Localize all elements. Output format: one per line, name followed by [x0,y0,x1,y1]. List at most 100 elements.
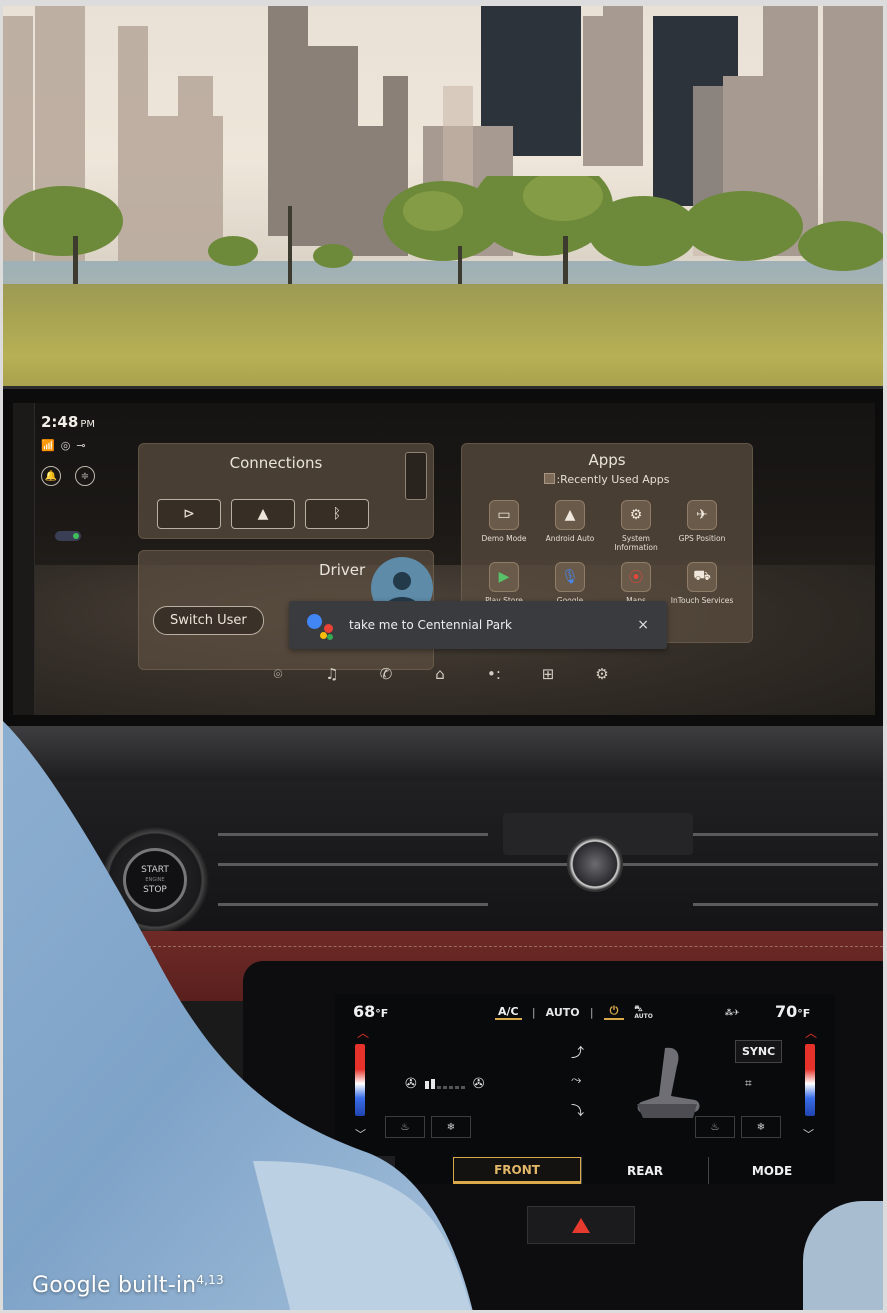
google-assistant-prompt[interactable]: take me to Centennial Park × [289,601,667,649]
assistant-dot [320,632,327,639]
air-vent [693,903,878,906]
seat-icon [637,1047,700,1118]
airflow-face-icon[interactable]: ⤳ [571,1073,584,1088]
hazard-icon [572,1217,590,1233]
assistant-icon[interactable]: •: [483,665,505,683]
app-label: Android Auto [545,534,595,543]
app-android-auto[interactable]: ▲ Android Auto [538,500,602,552]
app-label: System Information [614,534,658,552]
app-demo-mode[interactable]: ▭ Demo Mode [472,500,536,552]
play-store-icon: ▶ [489,562,519,592]
intouch-icon: ⛟ [687,562,717,592]
temp-unit: °F [797,1007,811,1020]
app-play-store[interactable]: ▶Play Store [472,562,536,605]
media-play-icon: ⊳ [183,506,195,522]
notification-bell-icon[interactable]: 🔔 [41,466,61,486]
driver-arm [3,721,473,1310]
assistant-query: take me to Centennial Park [349,618,512,632]
apps-title: Apps [588,451,626,469]
passenger-temp-down-icon[interactable]: ﹀ [803,1126,814,1142]
bluetooth-button[interactable]: ᛒ [305,499,369,529]
passenger-temp-bar [805,1044,815,1116]
vehicle-icon: ⊸ [76,439,86,452]
status-area: 2:48 PM 📶 ◎ ⊸ 🔔 ≑ [41,413,95,486]
apps-grid-icon[interactable]: ⊞ [537,665,559,683]
hazard-button[interactable] [527,1206,635,1244]
wifi-icon: 📶 [41,439,55,452]
rear-defrost-icon[interactable]: ⌗ [745,1076,752,1091]
recently-used-label: :Recently Used Apps [556,473,670,486]
infotainment-display: 2:48 PM 📶 ◎ ⊸ 🔔 ≑ Connections ⊳ ▲ ᛒ Driv… [3,386,883,726]
close-icon[interactable]: × [637,617,649,633]
passenger-seat-cool-icon[interactable]: ❄ [741,1116,781,1138]
switch-user-button[interactable]: Switch User [153,606,264,635]
caption-footnote: 4,13 [196,1273,224,1287]
maps-icon: ⦿ [621,562,651,592]
recently-used-legend: :Recently Used Apps [462,473,752,486]
phone-icon [405,452,427,500]
passenger-temp: 70°F [775,1002,810,1021]
auto-badge: AUTO [634,1013,653,1020]
app-label: GPS Position [678,534,726,543]
nav-icon[interactable]: ⌾ [267,665,289,683]
system-info-icon: ⚙ [621,500,651,530]
ac-button[interactable]: A/C [495,1005,522,1020]
passenger-temp-up-icon[interactable]: ︿ [805,1024,817,1041]
demo-mode-icon: ▭ [489,500,519,530]
app-google[interactable]: 🎙Google [538,562,602,605]
bio-coil-icon[interactable]: ⁂✈ [725,1008,740,1017]
hotspot-icon: ◎ [60,439,71,452]
air-vent [693,833,878,836]
divider: | [531,1005,536,1019]
tab-rear[interactable]: REAR [581,1157,708,1184]
connections-buttons: ⊳ ▲ ᛒ [157,499,369,529]
bluetooth-icon: ᛒ [332,506,342,522]
sync-button[interactable]: SYNC [735,1040,783,1063]
app-gps-position[interactable]: ✈ GPS Position [670,500,734,552]
app-label: Demo Mode [481,534,527,543]
power-icon[interactable]: ⏻ [603,1004,625,1020]
android-auto-button[interactable]: ▲ [231,499,295,529]
app-system-information[interactable]: ⚙ System Information [604,500,668,552]
music-icon[interactable]: ♫ [321,665,343,683]
passenger-seat-heat-icon[interactable]: ♨ [695,1116,735,1138]
quick-settings-icon[interactable]: ≑ [75,466,95,486]
auto-recirc-button[interactable]: ⛍ AUTO [634,1004,653,1020]
photo-frame: 2:48 PM 📶 ◎ ⊸ 🔔 ≑ Connections ⊳ ▲ ᛒ Driv… [3,6,883,1310]
android-auto-icon: ▲ [555,500,585,530]
airflow-defrost-icon[interactable]: ⤴ [571,1042,584,1061]
quick-buttons: 🔔 ≑ [41,466,95,486]
app-intouch-services[interactable]: ⛟ InTouch Services [670,562,734,605]
mic-active-indicator [55,531,81,541]
settings-icon[interactable]: ⚙ [591,665,613,683]
legend-swatch [544,473,556,484]
passenger-temp-value: 70 [775,1002,798,1021]
google-mic-icon: 🎙 [555,562,585,592]
caption: Google built-in4,13 [32,1273,224,1298]
tab-mode[interactable]: MODE [708,1157,835,1184]
android-auto-icon: ▲ [257,506,269,522]
connections-title: Connections [229,454,323,472]
airflow-feet-icon[interactable]: ⤵ [571,1100,584,1119]
bottom-dock: ⌾ ♫ ✆ ⌂ •: ⊞ ⚙ [267,665,613,683]
volume-knob[interactable] [567,836,623,892]
app-maps[interactable]: ⦿Maps [604,562,668,605]
google-assistant-icon [307,610,337,640]
status-icons: 📶 ◎ ⊸ [41,439,95,452]
driver-title: Driver [319,561,366,579]
clock: 2:48 PM [41,413,95,431]
connections-card[interactable]: Connections ⊳ ▲ ᛒ [138,443,434,539]
passenger-seat-buttons: ♨ ❄ [695,1116,781,1138]
climate-tabs: FRONT REAR MODE [453,1157,835,1184]
app-label: InTouch Services [670,596,734,605]
tree-line [3,176,883,286]
assistant-dot [327,634,333,640]
auto-button[interactable]: AUTO [546,1006,580,1019]
clock-period: PM [80,419,95,430]
lawn [3,284,883,388]
home-icon[interactable]: ⌂ [429,665,451,683]
media-play-button[interactable]: ⊳ [157,499,221,529]
phone-icon[interactable]: ✆ [375,665,397,683]
gps-icon: ✈ [687,500,717,530]
clock-time: 2:48 [41,413,79,431]
